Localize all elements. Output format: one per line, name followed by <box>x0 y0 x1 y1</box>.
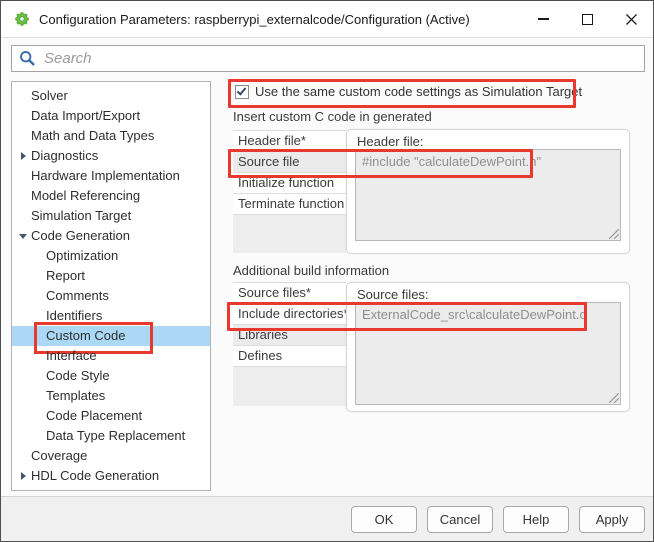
source-files-field-wrap: ExternalCode_src\calculateDewPoint.c <box>355 302 621 405</box>
build-info-section-title: Additional build information <box>233 263 389 278</box>
tree-item-code-style[interactable]: Code Style <box>12 366 210 386</box>
tree-item-model-referencing[interactable]: Model Referencing <box>12 186 210 206</box>
maximize-icon <box>582 14 593 25</box>
source-files-textarea[interactable]: ExternalCode_src\calculateDewPoint.c <box>355 302 621 405</box>
tree-item-simulation-target[interactable]: Simulation Target <box>12 206 210 226</box>
tree-item-coverage[interactable]: Coverage <box>12 446 210 466</box>
property-row-include-directories[interactable]: Include directories* <box>233 304 346 325</box>
tree-expander-icon[interactable] <box>19 226 29 246</box>
tree-item-interface[interactable]: Interface <box>12 346 210 366</box>
property-row-libraries[interactable]: Libraries <box>233 325 346 346</box>
minimize-icon <box>538 18 549 20</box>
dialog-button-ok[interactable]: OK <box>351 506 417 533</box>
list-filler <box>233 215 346 253</box>
header-file-pane: Header file: #include "calculateDewPoint… <box>346 129 630 254</box>
tree-item-math-and-data-types[interactable]: Math and Data Types <box>12 126 210 146</box>
gear-icon <box>14 11 30 27</box>
tree-expander-icon[interactable] <box>19 466 29 486</box>
tree-item-data-import-export[interactable]: Data Import/Export <box>12 106 210 126</box>
tree-expander-icon[interactable] <box>19 146 29 166</box>
tree-item-code-placement[interactable]: Code Placement <box>12 406 210 426</box>
tree-item-hardware-implementation[interactable]: Hardware Implementation <box>12 166 210 186</box>
titlebar: Configuration Parameters: raspberrypi_ex… <box>1 1 653 38</box>
button-bar: OK Cancel Help Apply <box>1 496 653 541</box>
property-row-source-file[interactable]: Source file <box>233 152 346 173</box>
tree-item-templates[interactable]: Templates <box>12 386 210 406</box>
close-icon <box>625 13 638 26</box>
tree-item-identifiers[interactable]: Identifiers <box>12 306 210 326</box>
checkbox-label: Use the same custom code settings as Sim… <box>255 84 582 99</box>
maximize-button[interactable] <box>565 1 609 37</box>
checkmark-icon <box>237 85 247 95</box>
tree-item-optimization[interactable]: Optimization <box>12 246 210 266</box>
build-info-property-list: Source files* Include directories* Libra… <box>233 282 346 406</box>
minimize-button[interactable] <box>521 1 565 37</box>
list-filler <box>233 367 346 406</box>
dialog-button-cancel[interactable]: Cancel <box>427 506 493 533</box>
insert-custom-code-section-title: Insert custom C code in generated <box>233 109 432 124</box>
tree-item-hdl-code-generation[interactable]: HDL Code Generation <box>12 466 210 486</box>
window-title: Configuration Parameters: raspberrypi_ex… <box>39 12 470 27</box>
dialog-button-help[interactable]: Help <box>503 506 569 533</box>
tree-item-custom-code[interactable]: Custom Code <box>12 326 210 346</box>
resize-grip-icon[interactable] <box>609 393 619 403</box>
dialog-button-apply[interactable]: Apply <box>579 506 645 533</box>
use-same-custom-code-checkbox[interactable] <box>235 85 249 99</box>
header-file-field-wrap: #include "calculateDewPoint.h" <box>355 149 621 241</box>
source-files-label: Source files: <box>357 287 429 302</box>
category-tree: Solver Data Import/Export Math and Data … <box>11 81 211 491</box>
tree-item-comments[interactable]: Comments <box>12 286 210 306</box>
magnifier-icon <box>19 50 36 67</box>
tree-item-diagnostics[interactable]: Diagnostics <box>12 146 210 166</box>
tree-item-data-type-replacement[interactable]: Data Type Replacement <box>12 426 210 446</box>
custom-code-property-list: Header file* Source file Initialize func… <box>233 130 346 253</box>
property-row-initialize-function[interactable]: Initialize function <box>233 173 346 194</box>
property-row-defines[interactable]: Defines <box>233 346 346 367</box>
tree-item-report[interactable]: Report <box>12 266 210 286</box>
property-row-header-file[interactable]: Header file* <box>233 131 346 152</box>
configuration-parameters-dialog: Configuration Parameters: raspberrypi_ex… <box>0 0 654 542</box>
search-box <box>11 45 645 72</box>
same-custom-code-row: Use the same custom code settings as Sim… <box>235 84 582 99</box>
property-row-terminate-function[interactable]: Terminate function <box>233 194 346 215</box>
search-input[interactable] <box>36 46 644 71</box>
property-row-source-files[interactable]: Source files* <box>233 283 346 304</box>
source-files-pane: Source files: ExternalCode_src\calculate… <box>346 282 630 412</box>
header-file-textarea[interactable]: #include "calculateDewPoint.h" <box>355 149 621 241</box>
tree-item-code-generation[interactable]: Code Generation <box>12 226 210 246</box>
tree-item-solver[interactable]: Solver <box>12 86 210 106</box>
resize-grip-icon[interactable] <box>609 229 619 239</box>
close-button[interactable] <box>609 1 653 37</box>
header-file-label: Header file: <box>357 134 423 149</box>
